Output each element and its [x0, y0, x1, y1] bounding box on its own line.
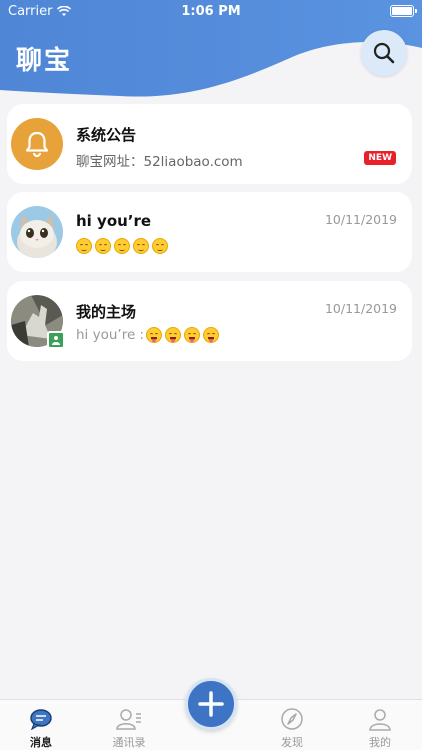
smile-emoji-icon	[114, 238, 130, 254]
profile-icon	[367, 706, 393, 732]
search-icon	[373, 42, 395, 64]
header: Carrier 1:06 PM 聊宝	[0, 0, 422, 100]
tab-label: 发现	[281, 736, 303, 749]
group-badge-icon	[47, 331, 65, 349]
tab-contacts[interactable]: 通讯录	[94, 706, 164, 750]
conversation-item-group[interactable]: 我的主场 10/11/2019 hi you’re :	[7, 281, 412, 361]
tab-messages[interactable]: 消息	[6, 706, 76, 750]
new-badge: NEW	[364, 151, 396, 165]
conversation-name: 系统公告	[76, 126, 137, 144]
smile-emoji-icon	[152, 238, 168, 254]
cat-avatar	[11, 206, 63, 258]
emoji-row	[146, 327, 220, 343]
smile-emoji-icon	[76, 238, 92, 254]
conversation-preview: hi you’re :	[76, 327, 220, 343]
tab-label: 通讯录	[112, 736, 146, 749]
conversation-preview: 聊宝网址：52liaobao.com	[76, 154, 243, 170]
page-title: 聊宝	[16, 46, 73, 76]
conversation-date: 10/11/2019	[324, 301, 397, 316]
discover-icon	[279, 706, 305, 732]
message-icon	[28, 706, 54, 732]
status-bar: Carrier 1:06 PM	[0, 0, 422, 22]
tongue-emoji-icon	[184, 327, 201, 343]
status-time: 1:06 PM	[181, 4, 241, 19]
smile-emoji-icon	[133, 238, 149, 254]
plus-icon	[198, 691, 224, 717]
tongue-emoji-icon	[146, 327, 163, 343]
contacts-icon	[116, 706, 142, 732]
tongue-emoji-icon	[165, 327, 182, 343]
tongue-emoji-icon	[203, 327, 220, 343]
preview-prefix: hi you’re :	[76, 327, 145, 343]
conversation-item-hi-youre[interactable]: hi you’re 10/11/2019	[7, 192, 412, 272]
tab-discover[interactable]: 发现	[257, 706, 327, 750]
tab-label: 我的	[369, 736, 391, 749]
conversation-preview	[76, 238, 168, 254]
conversation-date: 10/11/2019	[324, 212, 397, 227]
conversation-item-announcement[interactable]: 系统公告 聊宝网址：52liaobao.com NEW	[7, 104, 412, 184]
tab-label: 消息	[30, 736, 52, 749]
smile-emoji-icon	[95, 238, 111, 254]
add-button[interactable]	[185, 678, 237, 730]
cat-avatar-image	[11, 206, 63, 258]
battery-icon	[390, 5, 417, 17]
conversation-name: hi you’re	[76, 212, 152, 230]
emoji-row	[76, 238, 168, 254]
search-button[interactable]	[361, 30, 407, 76]
announcement-avatar	[11, 118, 63, 170]
bell-icon	[25, 131, 49, 158]
conversation-name: 我的主场	[76, 303, 137, 321]
tab-profile[interactable]: 我的	[345, 706, 415, 750]
group-avatar	[11, 295, 65, 349]
